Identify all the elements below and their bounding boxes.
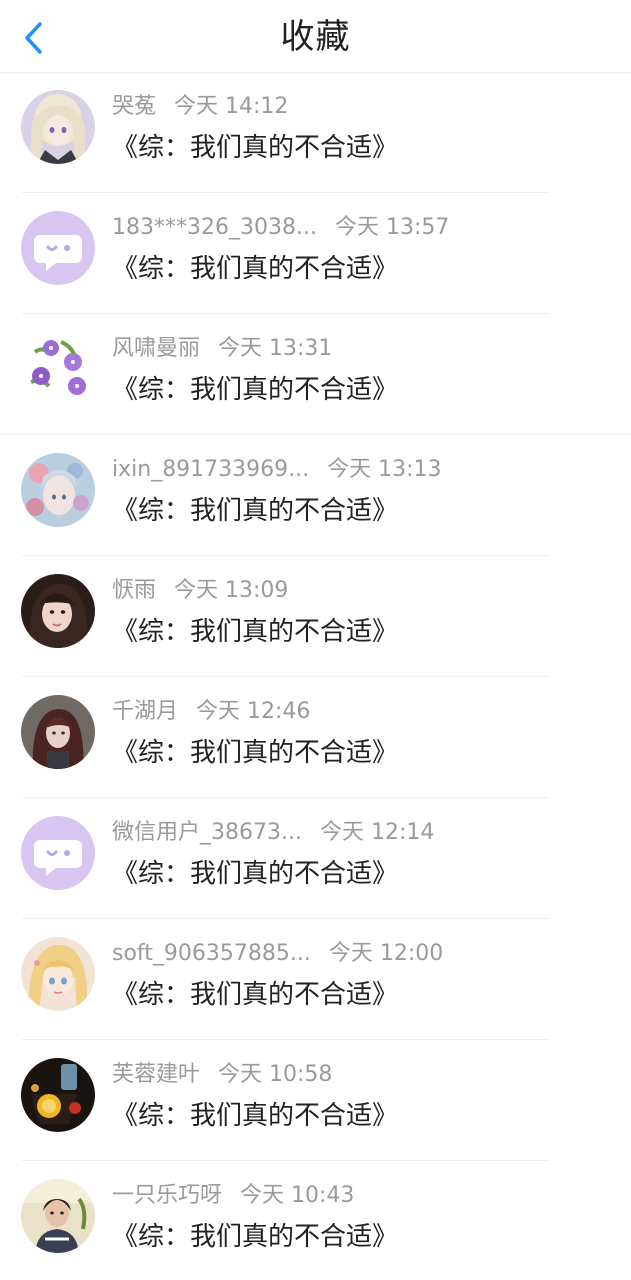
user-name[interactable]: 风啸曼丽 xyxy=(112,336,200,361)
book-title[interactable]: 《综：我们真的不合适》 xyxy=(112,372,398,408)
blonde-anime-avatar[interactable] xyxy=(21,937,95,1011)
timestamp: 今天 13:09 xyxy=(174,578,289,603)
user-name[interactable]: 芙蓉建叶 xyxy=(112,1062,200,1087)
item-meta: 微信用户_38673... 今天 12:14 xyxy=(112,818,434,848)
favorites-list: 哭菟 今天 14:12 《综：我们真的不合适》 183***326_3038...… xyxy=(0,72,631,1280)
woman-photo-avatar[interactable] xyxy=(21,1179,95,1253)
list-item[interactable]: soft_906357885... 今天 12:00 《综：我们真的不合适》 xyxy=(0,919,631,1040)
book-title[interactable]: 《综：我们真的不合适》 xyxy=(112,614,398,650)
top-bar: 收藏 xyxy=(0,0,631,73)
item-meta: 183***326_3038... 今天 13:57 xyxy=(112,213,449,243)
list-item[interactable]: ixin_891733969... 今天 13:13 《综：我们真的不合适》 xyxy=(0,435,631,556)
default-chat-avatar[interactable] xyxy=(21,211,95,285)
item-meta: 恹雨 今天 13:09 xyxy=(112,576,288,606)
list-item[interactable]: 哭菟 今天 14:12 《综：我们真的不合适》 xyxy=(0,72,631,193)
user-name[interactable]: 微信用户_38673... xyxy=(112,820,302,845)
timestamp: 今天 13:57 xyxy=(334,215,450,240)
drink-photo-avatar[interactable] xyxy=(21,1058,95,1132)
book-title[interactable]: 《综：我们真的不合适》 xyxy=(112,251,398,287)
item-meta: 风啸曼丽 今天 13:31 xyxy=(112,334,332,364)
user-name[interactable]: 哭菟 xyxy=(112,94,156,119)
item-meta: 一只乐巧呀 今天 10:43 xyxy=(112,1181,354,1211)
list-item[interactable]: 一只乐巧呀 今天 10:43 《综：我们真的不合适》 xyxy=(0,1161,631,1280)
book-title[interactable]: 《综：我们真的不合适》 xyxy=(112,130,398,166)
anime-girl-avatar[interactable] xyxy=(21,90,95,164)
book-title[interactable]: 《综：我们真的不合适》 xyxy=(112,977,398,1013)
timestamp: 今天 13:13 xyxy=(327,457,442,482)
user-name[interactable]: 千湖月 xyxy=(112,699,178,724)
list-item[interactable]: 183***326_3038... 今天 13:57 《综：我们真的不合适》 xyxy=(0,193,631,314)
book-title[interactable]: 《综：我们真的不合适》 xyxy=(112,1219,398,1255)
book-title[interactable]: 《综：我们真的不合适》 xyxy=(112,735,398,771)
user-name[interactable]: 恹雨 xyxy=(112,578,156,603)
item-meta: ixin_891733969... 今天 13:13 xyxy=(112,455,442,485)
timestamp: 今天 10:58 xyxy=(218,1062,333,1087)
list-item[interactable]: 微信用户_38673... 今天 12:14 《综：我们真的不合适》 xyxy=(0,798,631,919)
page-title: 收藏 xyxy=(280,17,351,57)
timestamp: 今天 13:31 xyxy=(218,336,333,361)
favorites-page: 收藏 哭菟 今天 14:12 《综：我们真的不合适》 183***326_303… xyxy=(0,0,631,1280)
book-title[interactable]: 《综：我们真的不合适》 xyxy=(112,493,398,529)
default-chat-avatar[interactable] xyxy=(21,816,95,890)
list-item[interactable]: 恹雨 今天 13:09 《综：我们真的不合适》 xyxy=(0,556,631,677)
user-name[interactable]: 183***326_3038... xyxy=(112,215,317,240)
timestamp: 今天 12:14 xyxy=(319,820,435,845)
user-name[interactable]: soft_906357885... xyxy=(112,941,311,966)
book-title[interactable]: 《综：我们真的不合适》 xyxy=(112,1098,398,1134)
list-item[interactable]: 芙蓉建叶 今天 10:58 《综：我们真的不合适》 xyxy=(0,1040,631,1161)
user-name[interactable]: ixin_891733969... xyxy=(112,457,309,482)
girl-photo-avatar[interactable] xyxy=(21,574,95,648)
timestamp: 今天 12:46 xyxy=(196,699,311,724)
list-item[interactable]: 千湖月 今天 12:46 《综：我们真的不合适》 xyxy=(0,677,631,798)
dark-hair-illustration-avatar[interactable] xyxy=(21,695,95,769)
item-meta: soft_906357885... 今天 12:00 xyxy=(112,939,443,969)
list-item[interactable]: 风啸曼丽 今天 13:31 《综：我们真的不合适》 xyxy=(0,314,631,435)
item-meta: 芙蓉建叶 今天 10:58 xyxy=(112,1060,332,1090)
timestamp: 今天 14:12 xyxy=(174,94,289,119)
purple-flowers-avatar[interactable] xyxy=(21,332,95,406)
item-meta: 哭菟 今天 14:12 xyxy=(112,92,288,122)
floral-illustration-avatar[interactable] xyxy=(21,453,95,527)
timestamp: 今天 12:00 xyxy=(328,941,444,966)
timestamp: 今天 10:43 xyxy=(240,1183,355,1208)
item-meta: 千湖月 今天 12:46 xyxy=(112,697,310,727)
book-title[interactable]: 《综：我们真的不合适》 xyxy=(112,856,398,892)
user-name[interactable]: 一只乐巧呀 xyxy=(112,1183,222,1208)
